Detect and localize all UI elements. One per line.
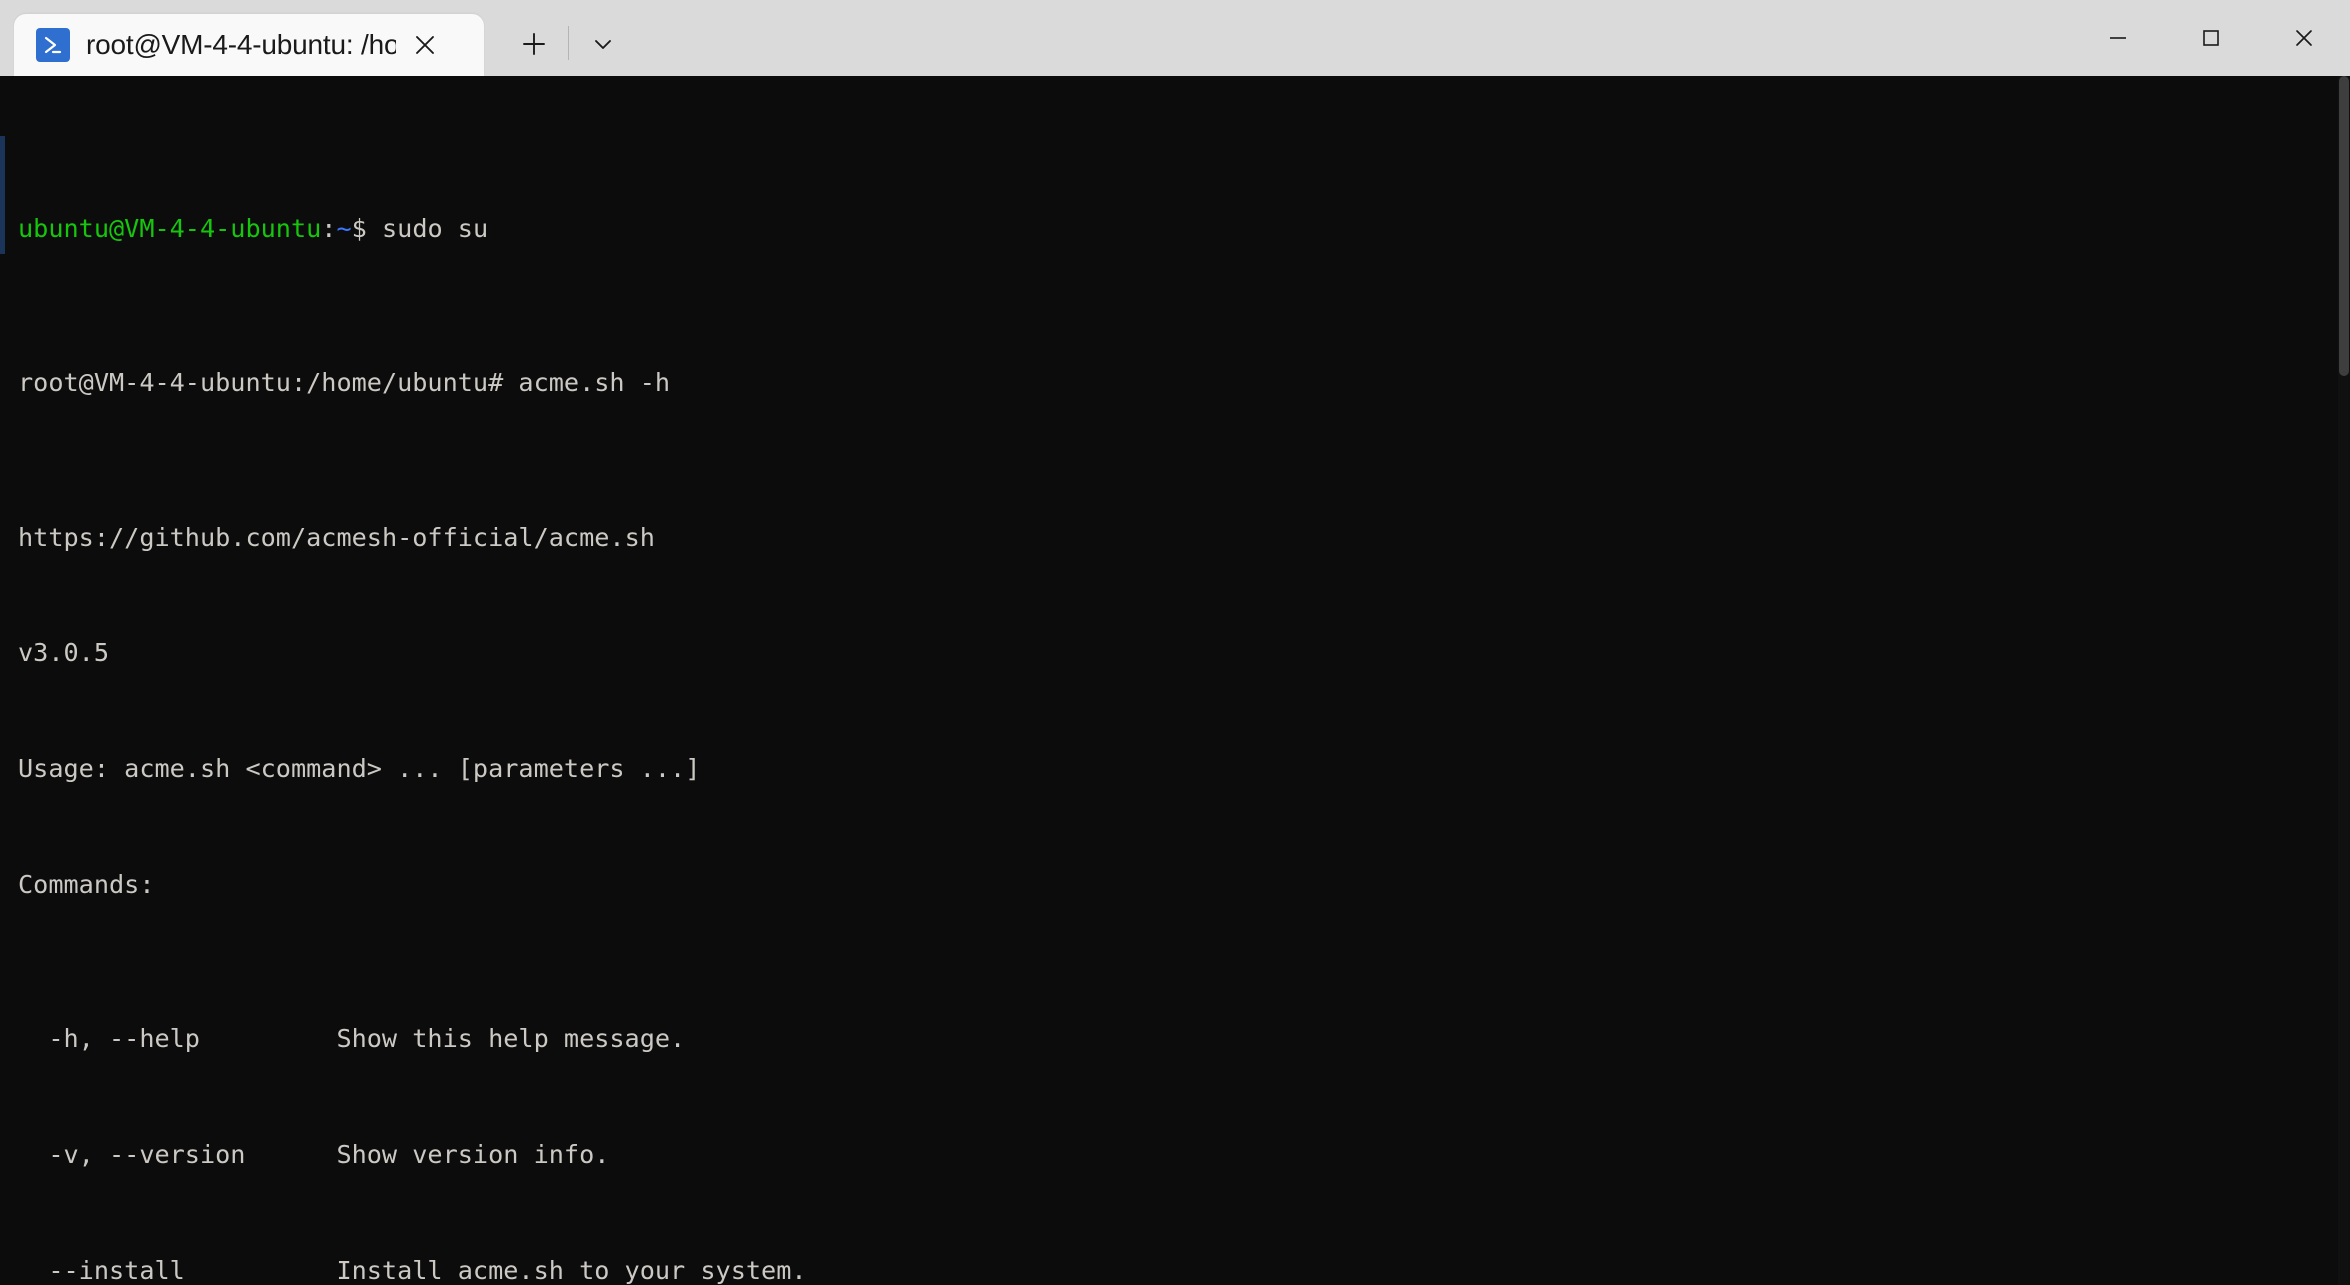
maximize-button[interactable] [2164,0,2257,76]
prompt-line-1: ubuntu@VM-4-4-ubuntu:~$ sudo su [18,210,2350,249]
terminal-selection-marker [0,136,5,254]
command-desc: Install acme.sh to your system. [336,1255,807,1285]
tab-root-vm-4-4-ubuntu[interactable]: root@VM-4-4-ubuntu: /home [14,14,484,76]
prompt-path: ~ [336,213,352,243]
prompt-colon: : [321,213,337,243]
powershell-icon [36,28,70,62]
terminal-window: root@VM-4-4-ubuntu: /home [0,0,2350,1285]
minimize-button[interactable] [2071,0,2164,76]
command-flag: --install [18,1255,185,1285]
command-row: -v, --version Show version info. [18,1136,2350,1175]
output-line-usage: Usage: acme.sh <command> ... [parameters… [18,754,701,784]
new-tab-button[interactable] [506,16,562,72]
prompt-sigil: $ [351,213,382,243]
output-line-commands-header: Commands: [18,869,155,899]
prompt-user-host: ubuntu@VM-4-4-ubuntu [18,213,322,243]
root-prompt: root@VM-4-4-ubuntu:/home/ubuntu# [18,368,519,398]
terminal-output-area[interactable]: ubuntu@VM-4-4-ubuntu:~$ sudo su root@VM-… [0,76,2350,1285]
title-bar: root@VM-4-4-ubuntu: /home [0,0,2350,76]
terminal-scrollbar[interactable] [2338,76,2350,1285]
output-line-version: v3.0.5 [18,638,109,668]
terminal-scrollbar-thumb[interactable] [2339,76,2349,376]
window-controls [2071,0,2350,76]
tab-dropdown-button[interactable] [575,16,631,72]
command-row: -h, --help Show this help message. [18,1020,2350,1059]
toolbar-divider [568,26,569,60]
terminal-left-edge [0,76,9,1285]
command-row: --install Install acme.sh to your system. [18,1252,2350,1285]
command-sudo-su: sudo su [381,213,489,243]
terminal-text: ubuntu@VM-4-4-ubuntu:~$ sudo su root@VM-… [18,94,2350,1285]
prompt-line-2: root@VM-4-4-ubuntu:/home/ubuntu# acme.sh… [18,364,2350,403]
close-tab-icon[interactable] [402,22,448,68]
close-window-button[interactable] [2257,0,2350,76]
command-flag: -v, --version [18,1140,246,1170]
command-acme-help: acme.sh -h [518,368,671,398]
command-desc: Show version info. [336,1140,610,1170]
tab-title: root@VM-4-4-ubuntu: /home [86,29,396,60]
command-flag: -h, --help [18,1024,200,1054]
output-line-url: https://github.com/acmesh-official/acme.… [18,522,655,552]
command-desc: Show this help message. [336,1024,686,1054]
